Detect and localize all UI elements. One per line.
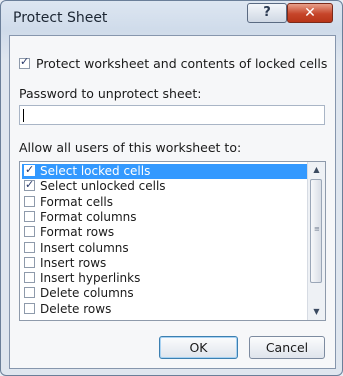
permission-item-label: Select locked cells — [40, 164, 151, 178]
list-scrollbar[interactable]: ▲ ≡ ▼ — [307, 162, 325, 320]
permissions-list[interactable]: Select locked cellsSelect unlocked cells… — [19, 161, 326, 321]
text-caret — [23, 109, 24, 122]
ok-button[interactable]: OK — [159, 336, 238, 359]
permission-item-label: Delete columns — [40, 286, 134, 301]
protect-worksheet-checkbox[interactable]: Protect worksheet and contents of locked… — [19, 55, 328, 71]
permission-item[interactable]: Select locked cells — [22, 162, 308, 179]
permission-item[interactable]: Format columns — [22, 210, 308, 225]
scroll-down-icon[interactable]: ▼ — [308, 304, 325, 320]
cancel-button[interactable]: Cancel — [249, 336, 325, 359]
scroll-grip-icon: ≡ — [314, 225, 320, 233]
permission-checkbox-icon — [24, 256, 35, 268]
help-icon: ? — [263, 5, 271, 20]
protect-sheet-dialog: Protect Sheet ? ✕ Protect worksheet and … — [0, 0, 343, 376]
permission-checkbox-icon — [24, 287, 35, 299]
permission-item-label: Delete rows — [40, 301, 112, 316]
dialog-title: Protect Sheet — [13, 10, 108, 26]
permission-checkbox-icon — [24, 210, 35, 222]
password-label: Password to unprotect sheet: — [19, 86, 202, 101]
permission-item[interactable]: Insert hyperlinks — [22, 271, 308, 286]
permission-item[interactable]: Insert rows — [22, 256, 308, 271]
permission-checkbox-icon — [24, 272, 35, 284]
permission-checkbox-icon — [24, 241, 35, 253]
permission-item[interactable]: Select unlocked cells — [22, 177, 308, 194]
permission-item[interactable]: Delete columns — [22, 286, 308, 301]
password-input[interactable] — [19, 105, 325, 125]
title-bar[interactable]: Protect Sheet ? ✕ — [1, 1, 342, 35]
dialog-body: Protect worksheet and contents of locked… — [9, 35, 336, 369]
protect-worksheet-check-icon — [19, 55, 30, 69]
permission-item-label: Format rows — [40, 225, 115, 240]
permission-item-label: Insert rows — [40, 255, 107, 270]
close-button[interactable]: ✕ — [287, 3, 333, 23]
scroll-up-icon[interactable]: ▲ — [308, 162, 325, 178]
permission-checkbox-icon — [24, 302, 35, 314]
permission-checkbox-icon — [24, 162, 35, 177]
scroll-thumb[interactable]: ≡ — [310, 179, 322, 283]
permission-item[interactable]: Insert columns — [22, 241, 308, 256]
permission-item-label: Select unlocked cells — [40, 179, 166, 194]
permission-checkbox-icon — [24, 195, 35, 207]
permission-checkbox-icon — [24, 226, 35, 238]
close-icon: ✕ — [304, 5, 316, 21]
permission-item-label: Insert columns — [40, 240, 129, 255]
permission-item-label: Insert hyperlinks — [40, 271, 141, 286]
permission-item[interactable]: Format cells — [22, 195, 308, 210]
protect-worksheet-label: Protect worksheet and contents of locked… — [36, 56, 328, 71]
permission-item-label: Format cells — [40, 194, 114, 209]
permission-item[interactable]: Delete rows — [22, 302, 308, 317]
permission-checkbox-icon — [24, 177, 35, 192]
help-button[interactable]: ? — [247, 3, 287, 23]
permissions-label: Allow all users of this worksheet to: — [19, 140, 242, 155]
permission-item[interactable]: Format rows — [22, 225, 308, 240]
permission-item-label: Format columns — [40, 209, 137, 224]
